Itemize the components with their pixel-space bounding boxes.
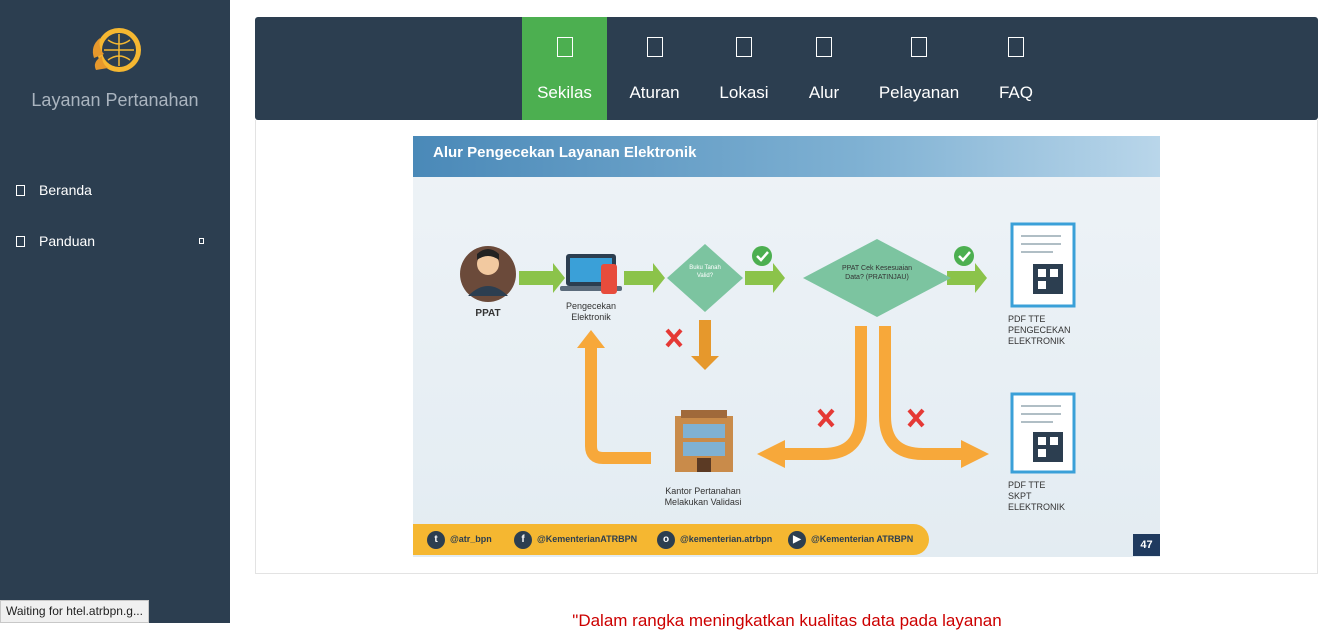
check-icon bbox=[954, 246, 974, 266]
content-panel: Alur Pengecekan Layanan Elektronik PPAT … bbox=[255, 120, 1318, 574]
cross-icon bbox=[817, 408, 835, 428]
pdf-document-icon bbox=[1010, 222, 1076, 308]
arrow-left-icon bbox=[757, 440, 785, 468]
atr-bpn-logo bbox=[92, 28, 141, 72]
tab-label: Alur bbox=[808, 83, 840, 102]
arrow-down-icon bbox=[691, 320, 719, 370]
arrow-up-icon bbox=[577, 330, 605, 348]
chevron-right-icon bbox=[199, 238, 204, 244]
social-handle: @atr_bpn bbox=[450, 534, 492, 544]
arrow-right-icon bbox=[947, 263, 987, 293]
social-handle: @kementerian.atrbpn bbox=[680, 534, 773, 544]
arrow-right-icon bbox=[745, 263, 785, 293]
youtube-icon: ▶ bbox=[788, 531, 806, 549]
sidebar-item-beranda[interactable]: Beranda bbox=[16, 178, 212, 202]
home-icon bbox=[16, 184, 25, 196]
tab-lokasi[interactable]: Lokasi bbox=[710, 17, 778, 120]
notice-text: "Dalam rangka meningkatkan kualitas data… bbox=[572, 611, 1002, 630]
sidebar: Layanan Pertanahan Beranda Panduan bbox=[0, 0, 230, 623]
gavel-icon bbox=[646, 37, 663, 57]
service-icon bbox=[911, 37, 927, 57]
tab-pelayanan[interactable]: Pelayanan bbox=[872, 17, 966, 120]
tab-bar: Sekilas Aturan Lokasi Alur Pelayanan FAQ bbox=[255, 17, 1318, 120]
flow-icon bbox=[816, 37, 832, 57]
pdf-pengecekan-label: PDF TTE PENGECEKAN ELEKTRONIK bbox=[1008, 314, 1071, 346]
social-footer: t @atr_bpn f @KementerianATRBPN o @kemen… bbox=[413, 524, 929, 555]
cross-icon bbox=[907, 408, 925, 428]
office-building-icon bbox=[675, 410, 733, 472]
question-icon bbox=[1008, 37, 1024, 57]
flow-infographic: Alur Pengecekan Layanan Elektronik PPAT … bbox=[413, 136, 1160, 557]
kantor-label: Kantor Pertanahan Melakukan Validasi bbox=[664, 486, 742, 507]
twitter-icon: t bbox=[427, 531, 445, 549]
sidebar-item-label: Panduan bbox=[39, 233, 96, 249]
instagram-icon: o bbox=[657, 531, 675, 549]
facebook-icon: f bbox=[514, 531, 532, 549]
tab-aturan[interactable]: Aturan bbox=[617, 17, 692, 120]
tab-label: Sekilas bbox=[537, 83, 592, 102]
arrow-right-icon bbox=[519, 263, 565, 293]
pdf-skpt-label: PDF TTE SKPT ELEKTRONIK bbox=[1008, 480, 1066, 512]
main-content: Sekilas Aturan Lokasi Alur Pelayanan FAQ… bbox=[230, 0, 1344, 630]
tab-label: FAQ bbox=[998, 83, 1033, 102]
cross-icon bbox=[665, 328, 683, 348]
buku-tanah-label: Buku Tanah Valid? bbox=[689, 265, 721, 279]
tab-label: Aturan bbox=[629, 83, 680, 102]
tab-sekilas[interactable]: Sekilas bbox=[522, 17, 607, 120]
tab-label: Lokasi bbox=[719, 83, 769, 102]
pdf-document-icon bbox=[1010, 392, 1076, 474]
tab-alur[interactable]: Alur bbox=[799, 17, 849, 120]
laptop-icon bbox=[560, 254, 622, 294]
map-marker-icon bbox=[736, 37, 752, 57]
book-icon bbox=[16, 235, 25, 247]
arrow-right-icon bbox=[624, 263, 665, 293]
ppat-avatar-icon bbox=[460, 246, 516, 302]
pratinjau-label: PPAT Cek Kesesuaian Data? (PRATINJAU) bbox=[841, 265, 913, 281]
sidebar-item-panduan[interactable]: Panduan bbox=[16, 229, 212, 253]
app-title: Layanan Pertanahan bbox=[31, 90, 199, 110]
pengecekan-label: Pengecekan Elektronik bbox=[565, 301, 617, 322]
social-handle: @KementerianATRBPN bbox=[537, 534, 638, 544]
ppat-label: PPAT bbox=[475, 308, 501, 319]
tab-label: Pelayanan bbox=[878, 83, 960, 102]
arrow-right-icon bbox=[961, 440, 989, 468]
sidebar-item-label: Beranda bbox=[39, 182, 92, 198]
info-icon bbox=[556, 37, 573, 57]
check-icon bbox=[752, 246, 772, 266]
social-handle: @Kementerian ATRBPN bbox=[811, 534, 914, 544]
slide-page-number: 47 bbox=[1133, 534, 1160, 556]
tab-faq[interactable]: FAQ bbox=[990, 17, 1042, 120]
browser-status-bar: Waiting for htel.atrbpn.g... bbox=[0, 600, 149, 623]
